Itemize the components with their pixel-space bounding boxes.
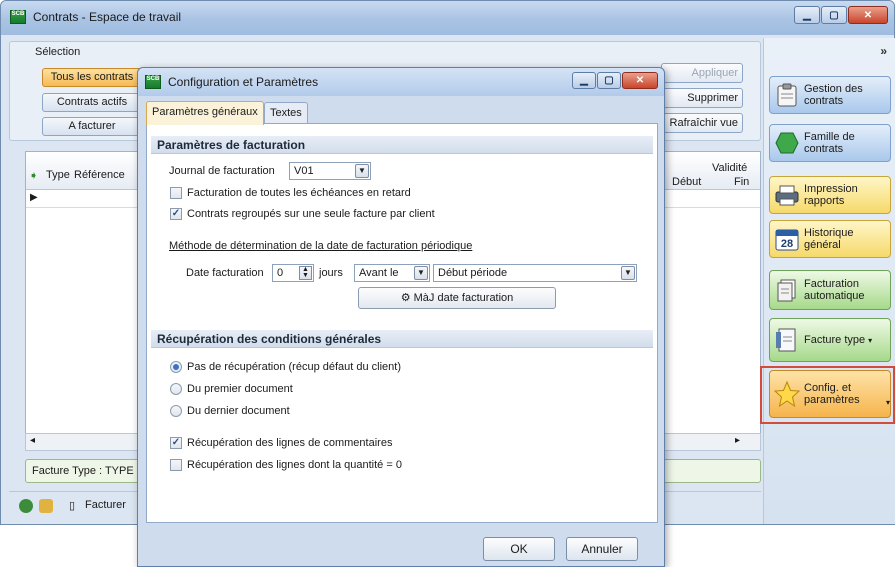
dialog-maximize-button[interactable]: ▢ xyxy=(597,72,621,89)
chevron-down-icon: ▼ xyxy=(355,164,369,178)
stepper-arrows-icon[interactable]: ▲ ▼ xyxy=(299,266,312,280)
checkbox-grouped[interactable]: ✓ xyxy=(170,208,182,220)
column-debut[interactable]: Début xyxy=(672,176,701,188)
radio-last-document[interactable] xyxy=(170,405,182,417)
cancel-button[interactable]: Annuler xyxy=(566,537,638,561)
lock-icon[interactable] xyxy=(39,499,53,513)
column-type[interactable]: Type xyxy=(46,169,70,181)
dialog-close-button[interactable]: ✕ xyxy=(622,72,658,89)
calendar-day-label: 28 xyxy=(781,238,793,250)
refresh-view-button[interactable]: Rafraîchir vue xyxy=(661,113,743,133)
sidebar-item-label: Facturation automatique xyxy=(804,278,865,302)
sidebar-item-label: Historique général xyxy=(804,227,854,251)
checkbox-all-due[interactable] xyxy=(170,187,182,199)
sidebar-collapse-icon[interactable]: » xyxy=(880,44,887,58)
radio-last-document-label: Du dernier document xyxy=(187,405,290,417)
all-contracts-button[interactable]: Tous les contrats xyxy=(42,68,142,87)
radio-first-document-label: Du premier document xyxy=(187,383,293,395)
dialog-footer: OK Annuler xyxy=(138,523,664,567)
dialog-minimize-button[interactable]: ▁ xyxy=(572,72,596,89)
current-row-icon: ▶ xyxy=(30,192,38,203)
journal-label: Journal de facturation xyxy=(169,165,275,177)
radio-no-recovery[interactable] xyxy=(170,361,182,373)
sidebar-item-label: Gestion des contrats xyxy=(804,83,863,107)
row-indicator-icon: ➧ xyxy=(29,170,39,182)
apply-button[interactable]: Appliquer xyxy=(661,63,743,83)
calendar-icon: 28 xyxy=(770,223,804,255)
sidebar-item-impression-rapports[interactable]: Impression rapports xyxy=(769,176,891,214)
gears-icon: ⚙ xyxy=(400,292,411,304)
delete-button[interactable]: Supprimer xyxy=(661,88,743,108)
sidebar: » Gestion des contrats Famille de contra… xyxy=(763,38,895,524)
document-icon: ▯ xyxy=(69,500,76,512)
checkbox-comments[interactable]: ✓ xyxy=(170,437,182,449)
sidebar-item-facturation-automatique[interactable]: Facturation automatique xyxy=(769,270,891,310)
tab-textes[interactable]: Textes xyxy=(264,102,308,124)
checkbox-grouped-label: Contrats regroupés sur une seule facture… xyxy=(187,208,435,220)
sidebar-item-label: Facture type xyxy=(804,334,866,346)
journal-select[interactable]: V01 ▼ xyxy=(289,162,371,180)
app-logo-icon: SCB xyxy=(145,75,161,89)
sidebar-item-label: Famille de contrats xyxy=(804,131,855,155)
app-logo-icon: SCB xyxy=(10,10,26,24)
to-invoice-button[interactable]: A facturer xyxy=(42,117,142,136)
chevron-down-icon: ▼ xyxy=(621,266,635,280)
sidebar-item-famille-contrats[interactable]: Famille de contrats xyxy=(769,124,891,162)
date-facturation-label: Date facturation xyxy=(186,267,264,279)
document-icon xyxy=(770,324,804,356)
config-dialog: SCB Configuration et Paramètres ▁ ▢ ✕ Pa… xyxy=(137,67,665,567)
chevron-down-icon: ▼ xyxy=(414,266,428,280)
reference-select[interactable]: Début période ▼ xyxy=(433,264,637,282)
facturer-button[interactable]: Facturer xyxy=(85,499,126,511)
relation-select[interactable]: Avant le ▼ xyxy=(354,264,430,282)
column-reference[interactable]: Référence xyxy=(74,169,125,181)
main-titlebar[interactable]: SCB Contrats - Espace de travail ▁ ▢ ✕ xyxy=(1,1,894,35)
sidebar-item-label: Impression rapports xyxy=(804,183,858,207)
tab-panel-general: Paramètres de facturation Journal de fac… xyxy=(146,123,658,523)
selection-highlight xyxy=(760,366,895,424)
checkbox-zero-qty[interactable] xyxy=(170,459,182,471)
journal-value: V01 xyxy=(294,165,314,177)
refresh-icon[interactable] xyxy=(19,499,33,513)
method-label: Méthode de détermination de la date de f… xyxy=(169,240,473,252)
update-date-label: MàJ date facturation xyxy=(413,292,514,304)
close-button[interactable]: ✕ xyxy=(848,6,888,24)
checkbox-all-due-label: Facturation de toutes les échéances en r… xyxy=(187,187,411,199)
dialog-title: Configuration et Paramètres xyxy=(168,75,319,89)
sidebar-item-historique-general[interactable]: 28 Historique général xyxy=(769,220,891,258)
checkbox-comments-label: Récupération des lignes de commentaires xyxy=(187,437,393,449)
invoice-stack-icon xyxy=(770,274,804,306)
date-offset-stepper[interactable]: 0 ▲ ▼ xyxy=(272,264,314,282)
relation-value: Avant le xyxy=(359,267,399,279)
radio-first-document[interactable] xyxy=(170,383,182,395)
hexagon-icon xyxy=(770,127,804,159)
minimize-button[interactable]: ▁ xyxy=(794,6,820,24)
sidebar-item-gestion-contrats[interactable]: Gestion des contrats xyxy=(769,76,891,114)
tab-parametres-generaux[interactable]: Paramètres généraux xyxy=(146,101,264,125)
maximize-button[interactable]: ▢ xyxy=(821,6,847,24)
printer-icon xyxy=(770,179,804,211)
dialog-titlebar[interactable]: SCB Configuration et Paramètres ▁ ▢ ✕ xyxy=(138,68,664,96)
date-offset-value: 0 xyxy=(277,267,284,279)
active-contracts-button[interactable]: Contrats actifs xyxy=(42,93,142,112)
update-date-button[interactable]: ⚙ MàJ date facturation xyxy=(358,287,556,309)
conditions-section-title: Récupération des conditions générales xyxy=(151,330,653,348)
radio-no-recovery-label: Pas de récupération (récup défaut du cli… xyxy=(187,361,402,373)
scroll-left-icon[interactable]: ◂ xyxy=(30,435,35,446)
ok-button[interactable]: OK xyxy=(483,537,555,561)
billing-section-title: Paramètres de facturation xyxy=(151,136,653,154)
sidebar-item-facture-type[interactable]: Facture type ▾ xyxy=(769,318,891,362)
clipboard-icon xyxy=(770,79,804,111)
chevron-down-icon: ▾ xyxy=(868,335,873,345)
column-fin[interactable]: Fin xyxy=(734,176,749,188)
jours-label: jours xyxy=(319,267,343,279)
column-validite[interactable]: Validité xyxy=(712,162,747,174)
window-title: Contrats - Espace de travail xyxy=(33,10,182,24)
scroll-right-icon[interactable]: ▸ xyxy=(735,435,740,446)
reference-value: Début période xyxy=(438,267,508,279)
checkbox-zero-qty-label: Récupération des lignes dont la quantité… xyxy=(187,459,402,471)
selection-label: Sélection xyxy=(35,46,81,58)
